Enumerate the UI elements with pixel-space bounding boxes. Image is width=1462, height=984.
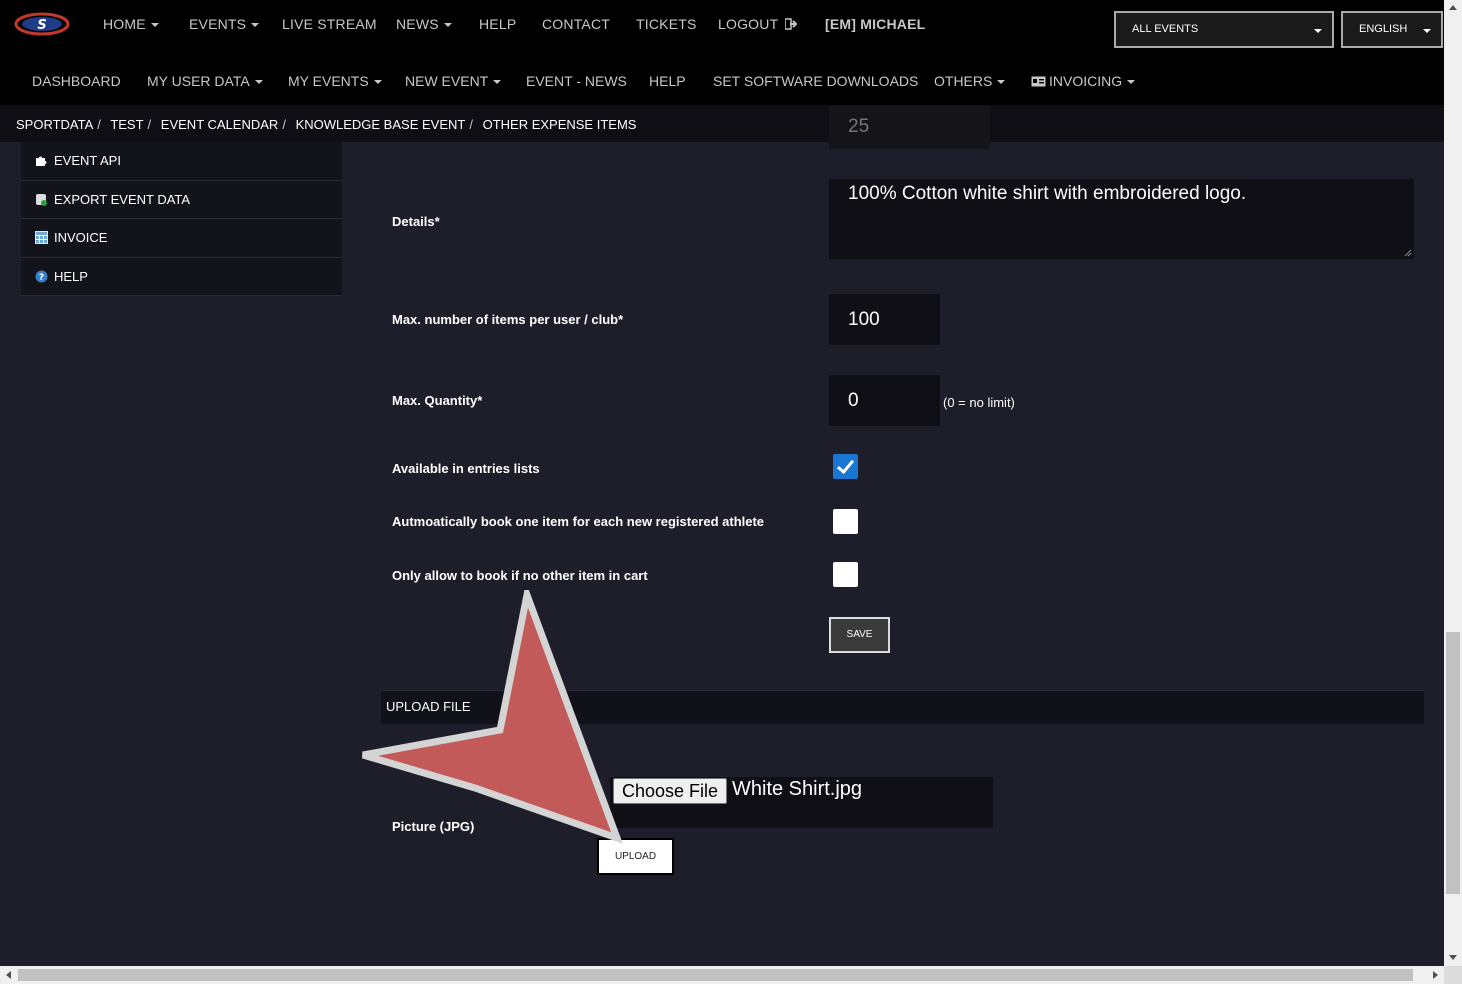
caret-down-icon xyxy=(443,23,452,28)
scroll-down-icon[interactable] xyxy=(1449,955,1457,960)
breadcrumb: SPORTDATA / TEST / EVENT CALENDAR / KNOWLED… xyxy=(0,105,1444,142)
language-select-value: ENGLISH xyxy=(1359,23,1408,35)
nav-new-event[interactable]: NEW EVENT xyxy=(405,73,502,89)
auto-book-label: Autmoatically book one item for each new… xyxy=(392,514,765,529)
current-user[interactable]: [EM] MICHAEL xyxy=(825,16,925,32)
nav-dashboard[interactable]: DASHBOARD xyxy=(32,73,121,89)
save-button[interactable]: SAVE xyxy=(829,617,890,653)
sidebar: EVENT API EXPORT EVENT DATA INVOICE ? HE… xyxy=(21,142,342,296)
sidebar-item-label: EXPORT EVENT DATA xyxy=(54,191,191,207)
caret-down-icon xyxy=(997,80,1006,85)
nav-my-user-data[interactable]: MY USER DATA xyxy=(147,73,263,89)
nav-set-software-downloads[interactable]: SET SOFTWARE DOWNLOADS xyxy=(713,73,918,89)
puzzle-icon xyxy=(36,156,47,167)
auto-book-checkbox[interactable] xyxy=(833,509,858,534)
details-label: Details* xyxy=(392,214,440,229)
max-items-label: Max. number of items per user / club* xyxy=(392,312,624,327)
breadcrumb-current: OTHER EXPENSE ITEMS xyxy=(482,117,637,132)
max-items-input[interactable]: 100 xyxy=(829,294,940,345)
upload-section-header: UPLOAD FILE xyxy=(381,690,1424,724)
scroll-right-icon[interactable] xyxy=(1433,971,1438,979)
nav-sub-help[interactable]: HELP xyxy=(649,73,686,89)
table-icon xyxy=(35,231,48,245)
caret-down-icon xyxy=(251,23,260,28)
breadcrumb-item[interactable]: SPORTDATA xyxy=(16,117,93,132)
chevron-down-icon xyxy=(1314,29,1322,33)
details-textarea[interactable]: 100% Cotton white shirt with embroidered… xyxy=(829,179,1414,259)
nav-help[interactable]: HELP xyxy=(479,16,516,32)
nav-news[interactable]: NEWS xyxy=(396,16,452,32)
svg-text:S: S xyxy=(37,18,46,33)
caret-down-icon xyxy=(373,80,382,85)
nav-live-stream[interactable]: LIVE STREAM xyxy=(282,16,377,32)
nav-logout[interactable]: LOGOUT xyxy=(718,16,799,32)
sidebar-item-help[interactable]: ? HELP xyxy=(21,257,342,296)
max-quantity-hint: (0 = no limit) xyxy=(943,395,1015,410)
nav-events[interactable]: EVENTS xyxy=(189,16,260,32)
language-select[interactable]: ENGLISH xyxy=(1341,11,1443,48)
vertical-scrollbar[interactable] xyxy=(1444,0,1462,966)
nav-home[interactable]: HOME xyxy=(103,16,159,32)
event-select[interactable]: ALL EVENTS xyxy=(1114,11,1334,48)
picture-label: Picture (JPG) xyxy=(392,819,475,834)
available-label: Available in entries lists xyxy=(392,461,540,476)
nav-tickets[interactable]: TICKETS xyxy=(636,16,697,32)
caret-down-icon xyxy=(150,23,159,28)
breadcrumb-item[interactable]: EVENT CALENDAR xyxy=(161,117,279,132)
scroll-left-icon[interactable] xyxy=(6,971,11,979)
sidebar-item-label: EVENT API xyxy=(54,153,121,169)
choose-file-button[interactable]: Choose File xyxy=(613,778,727,804)
scrollbar-corner xyxy=(1444,966,1462,984)
available-checkbox[interactable] xyxy=(833,454,858,479)
nav-event-news[interactable]: EVENT - NEWS xyxy=(526,73,627,89)
resize-handle-icon[interactable] xyxy=(1404,249,1412,257)
sidebar-item-label: INVOICE xyxy=(54,230,108,246)
sportdata-logo-icon[interactable]: S xyxy=(14,10,70,38)
secondary-navbar: DASHBOARD MY USER DATA MY EVENTS NEW EVE… xyxy=(0,52,1444,105)
invoice-card-icon xyxy=(1031,76,1046,87)
horizontal-scrollbar[interactable] xyxy=(0,966,1444,984)
selected-file-name: White Shirt.jpg xyxy=(732,778,863,800)
sidebar-item-export-event-data[interactable]: EXPORT EVENT DATA xyxy=(21,180,342,219)
nav-invoicing[interactable]: INVOICING xyxy=(1031,73,1136,89)
logout-icon xyxy=(784,18,798,30)
database-export-icon xyxy=(36,193,47,206)
event-select-value: ALL EVENTS xyxy=(1132,23,1199,35)
max-quantity-label: Max. Quantity* xyxy=(392,393,483,408)
only-allow-label: Only allow to book if no other item in c… xyxy=(392,568,648,583)
sidebar-item-invoice[interactable]: INVOICE xyxy=(21,219,342,258)
nav-others[interactable]: OTHERS xyxy=(934,73,1006,89)
breadcrumb-item[interactable]: TEST xyxy=(110,117,143,132)
max-quantity-input[interactable]: 0 xyxy=(829,375,940,426)
price-field[interactable]: 25 xyxy=(829,105,990,149)
scrollbar-thumb[interactable] xyxy=(1446,632,1460,894)
scroll-up-icon[interactable] xyxy=(1449,5,1457,10)
svg-text:?: ? xyxy=(39,273,44,283)
sidebar-item-label: HELP xyxy=(54,268,88,284)
caret-down-icon xyxy=(1127,80,1136,85)
caret-down-icon xyxy=(493,80,502,85)
top-navbar: S HOME EVENTS LIVE STREAM NEWS HELP CONT… xyxy=(0,0,1444,52)
upload-button[interactable]: UPLOAD xyxy=(597,838,674,875)
only-allow-checkbox[interactable] xyxy=(833,562,858,587)
nav-contact[interactable]: CONTACT xyxy=(542,16,610,32)
scrollbar-thumb[interactable] xyxy=(18,969,1413,981)
nav-my-events[interactable]: MY EVENTS xyxy=(288,73,382,89)
chevron-down-icon xyxy=(1423,29,1431,33)
caret-down-icon xyxy=(254,80,263,85)
breadcrumb-item[interactable]: KNOWLEDGE BASE EVENT xyxy=(296,117,466,132)
sidebar-item-event-api[interactable]: EVENT API xyxy=(21,142,342,181)
help-circle-icon: ? xyxy=(35,270,48,283)
